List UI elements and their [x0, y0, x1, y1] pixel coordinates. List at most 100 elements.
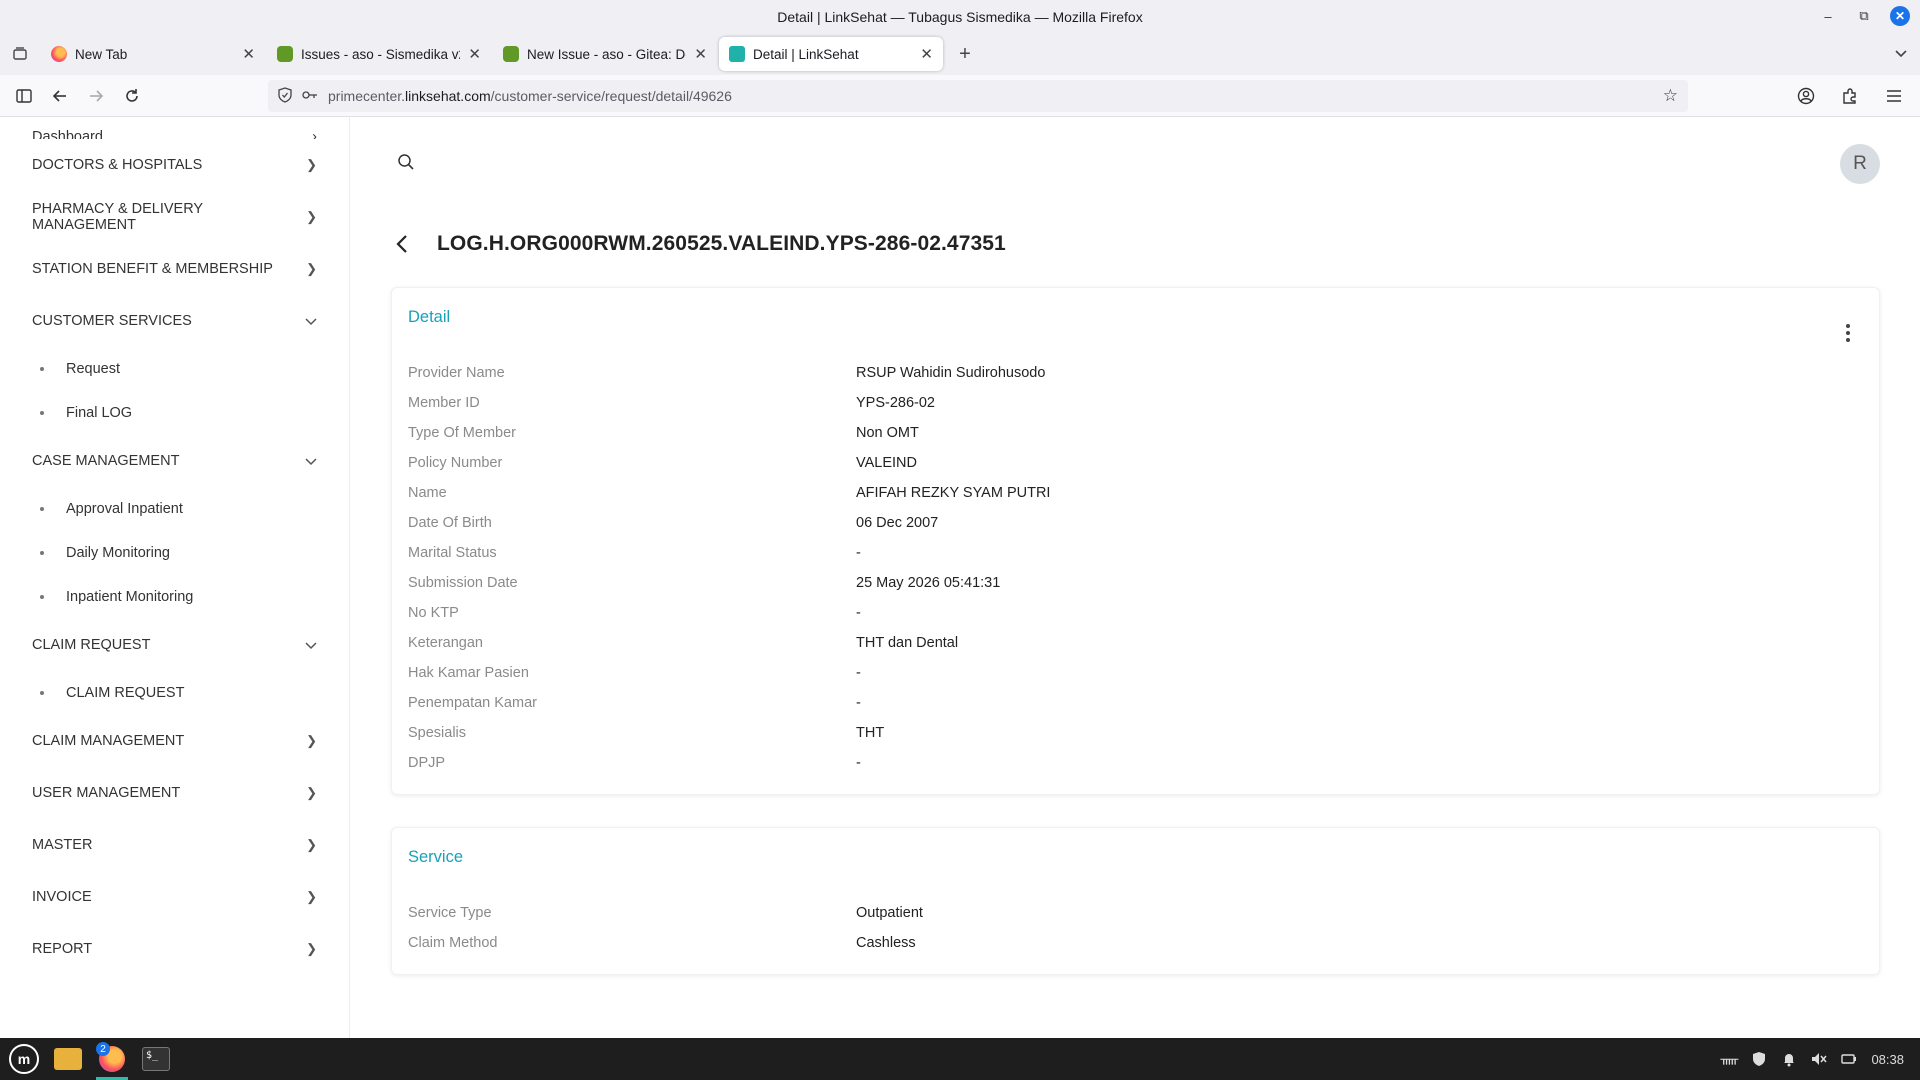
power-battery-icon[interactable]: [1841, 1051, 1857, 1067]
url-bar[interactable]: primecenter.linksehat.com/customer-servi…: [268, 80, 1688, 112]
chevron-right-icon: ❯: [306, 889, 317, 904]
clock[interactable]: 08:38: [1871, 1052, 1904, 1067]
maximize-icon[interactable]: ⧉: [1854, 6, 1874, 26]
tab-detail-linksehat[interactable]: Detail | LinkSehat ✕: [719, 37, 943, 71]
more-options-kebab-icon[interactable]: [1845, 324, 1851, 342]
chevron-right-icon: ❯: [306, 785, 317, 800]
chevron-right-icon: ❯: [306, 209, 317, 224]
field-value: RSUP Wahidin Sudirohusodo: [856, 365, 1046, 381]
taskbar-files[interactable]: [46, 1038, 90, 1080]
bullet-dot: [40, 367, 44, 371]
url-text[interactable]: primecenter.linksehat.com/customer-servi…: [328, 88, 732, 104]
minimize-icon[interactable]: –: [1818, 6, 1838, 26]
tab-new-issue[interactable]: New Issue - aso - Gitea: Dev( ✕: [493, 37, 717, 71]
main-content: R LOG.H.ORG000RWM.260525.VALEIND.YPS-286…: [351, 117, 1920, 1038]
sidebar-item-case-management[interactable]: CASE MANAGEMENT: [0, 435, 349, 487]
start-menu-button[interactable]: m: [2, 1038, 46, 1080]
sidebar-item-master[interactable]: MASTER ❯: [0, 819, 349, 871]
back-chevron-icon[interactable]: [391, 233, 413, 255]
bullet-dot: [40, 595, 44, 599]
window-title: Detail | LinkSehat — Tubagus Sismedika —…: [777, 8, 1143, 25]
sidebar-toggle-icon[interactable]: [6, 80, 42, 112]
field-value: -: [856, 665, 861, 681]
new-tab-plus-icon[interactable]: +: [948, 37, 982, 71]
sidebar-item-label: REPORT: [32, 941, 93, 957]
window-titlebar: Detail | LinkSehat — Tubagus Sismedika —…: [0, 0, 1920, 33]
toolbar-right: [1788, 80, 1912, 112]
bluetooth-icon[interactable]: ᚅ: [1721, 1051, 1739, 1067]
shield-icon[interactable]: [278, 86, 292, 106]
field-value: Outpatient: [856, 905, 923, 921]
field-value: Non OMT: [856, 425, 919, 441]
close-tab-icon[interactable]: ✕: [242, 45, 255, 63]
taskbar-terminal[interactable]: $_: [134, 1038, 178, 1080]
sidebar-subitem-daily-monitoring[interactable]: Daily Monitoring: [0, 531, 349, 575]
gitea-icon: [277, 46, 293, 62]
page-title: LOG.H.ORG000RWM.260525.VALEIND.YPS-286-0…: [437, 232, 1006, 255]
sidebar-item-claim-request[interactable]: CLAIM REQUEST: [0, 619, 349, 671]
sidebar-item-pharmacy-delivery[interactable]: PHARMACY & DELIVERY MANAGEMENT ❯: [0, 191, 349, 243]
field-value: 25 May 2026 05:41:31: [856, 575, 1001, 591]
list-all-tabs-chevron-icon[interactable]: [1894, 46, 1908, 62]
volume-muted-icon[interactable]: [1811, 1051, 1828, 1067]
sidebar-item-label: Dashboard: [32, 129, 103, 139]
close-tab-icon[interactable]: ✕: [468, 45, 481, 63]
url-prefix: primecenter.: [328, 88, 406, 104]
shield-icon[interactable]: [1751, 1051, 1767, 1067]
field-label: Marital Status: [408, 545, 497, 561]
sidebar-item-customer-services[interactable]: CUSTOMER SERVICES: [0, 295, 349, 347]
field-label: Claim Method: [408, 935, 498, 951]
sidebar-item-label: CASE MANAGEMENT: [32, 453, 180, 469]
url-path: /customer-service/request/detail/49626: [490, 88, 732, 104]
extensions-puzzle-icon[interactable]: [1832, 80, 1868, 112]
sidebar-subitem-inpatient-monitoring[interactable]: Inpatient Monitoring: [0, 575, 349, 619]
field-label: DPJP: [408, 755, 446, 771]
sidebar-item-dashboard[interactable]: Dashboard ›: [0, 117, 349, 139]
detail-card: Detail Provider Name RSUP Wahidin Sudiroh…: [391, 287, 1880, 795]
taskbar-firefox[interactable]: 2: [90, 1038, 134, 1080]
folder-icon: [54, 1048, 82, 1070]
sidebar-subitem-request[interactable]: Request: [0, 347, 349, 391]
tab-new-tab[interactable]: New Tab ✕: [41, 37, 265, 71]
sidebar-subitem-final-log[interactable]: Final LOG: [0, 391, 349, 435]
chevron-right-icon: ❯: [306, 837, 317, 852]
linux-mint-icon: m: [9, 1044, 39, 1074]
tab-issues[interactable]: Issues - aso - Sismedika v2 D ✕: [267, 37, 491, 71]
tab-bar: New Tab ✕ Issues - aso - Sismedika v2 D …: [0, 33, 1920, 75]
url-host: linksehat.com: [405, 88, 491, 104]
reload-icon[interactable]: [114, 80, 150, 112]
sidebar-subitem-claim-request[interactable]: CLAIM REQUEST: [0, 671, 349, 715]
avatar[interactable]: R: [1840, 144, 1880, 184]
sidebar-item-report[interactable]: REPORT ❯: [0, 923, 349, 975]
sidebar-item-invoice[interactable]: INVOICE ❯: [0, 871, 349, 923]
notification-bell-icon[interactable]: [1781, 1051, 1797, 1067]
tab-groups-icon[interactable]: [0, 33, 40, 75]
sidebar-item-user-management[interactable]: USER MANAGEMENT ❯: [0, 767, 349, 819]
field-label: Provider Name: [408, 365, 505, 381]
linksehat-icon: [729, 46, 745, 62]
close-window-icon[interactable]: ✕: [1890, 6, 1910, 26]
field-service-type: Service Type Outpatient: [408, 898, 923, 928]
sidebar-item-doctors-hospitals[interactable]: DOCTORS & HOSPITALS ❯: [0, 139, 349, 191]
account-icon[interactable]: [1788, 80, 1824, 112]
field-label: Penempatan Kamar: [408, 695, 537, 711]
search-icon[interactable]: [397, 153, 417, 173]
chevron-right-icon: ❯: [306, 261, 317, 276]
sidebar-subitem-approval-inpatient[interactable]: Approval Inpatient: [0, 487, 349, 531]
firefox-icon: [51, 46, 67, 62]
sidebar-subitem-label: Approval Inpatient: [66, 501, 183, 517]
field-keterangan: Keterangan THT dan Dental: [408, 628, 1050, 658]
close-tab-icon[interactable]: ✕: [920, 45, 933, 63]
close-tab-icon[interactable]: ✕: [694, 45, 707, 63]
back-arrow-icon[interactable]: [42, 80, 78, 112]
hamburger-menu-icon[interactable]: [1876, 80, 1912, 112]
tab-title: Issues - aso - Sismedika v2 D: [301, 46, 460, 62]
forward-arrow-icon[interactable]: [78, 80, 114, 112]
field-no-ktp: No KTP -: [408, 598, 1050, 628]
bookmark-star-icon[interactable]: ☆: [1663, 86, 1678, 106]
sidebar-item-claim-management[interactable]: CLAIM MANAGEMENT ❯: [0, 715, 349, 767]
field-value: -: [856, 605, 861, 621]
sidebar-item-label: CLAIM MANAGEMENT: [32, 733, 185, 749]
sidebar-item-station-benefit[interactable]: STATION BENEFIT & MEMBERSHIP ❯: [0, 243, 349, 295]
key-icon[interactable]: [302, 88, 318, 104]
